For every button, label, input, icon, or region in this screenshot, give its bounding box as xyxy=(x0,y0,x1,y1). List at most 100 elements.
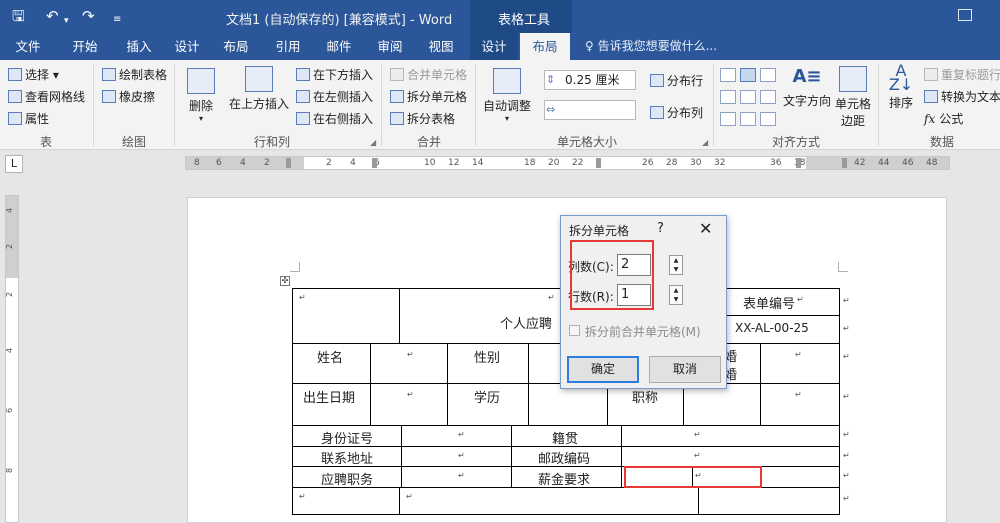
customize-toolbar-icon[interactable]: ≡ xyxy=(113,11,121,29)
convert-to-text-button[interactable]: 转换为文本 xyxy=(924,88,1000,105)
tab-references[interactable]: 引用 xyxy=(262,33,314,60)
column-marker[interactable] xyxy=(372,158,377,168)
tab-table-layout[interactable]: 布局 xyxy=(520,33,570,60)
cancel-button[interactable]: 取消 xyxy=(649,356,721,383)
tab-review[interactable]: 审阅 xyxy=(364,33,416,60)
align-bottom-right-icon[interactable] xyxy=(760,112,776,126)
insert-above-icon xyxy=(245,66,273,92)
help-icon[interactable]: ? xyxy=(657,221,664,236)
tab-selector[interactable]: L xyxy=(5,155,23,173)
table-cell[interactable]: 职称 xyxy=(607,383,684,426)
split-cells-button[interactable]: 拆分单元格 xyxy=(390,88,467,105)
undo-icon[interactable]: ↶ xyxy=(46,7,59,25)
text-direction-button[interactable]: A≡ 文字方向 xyxy=(782,64,832,109)
table-cell[interactable]: ↵ xyxy=(621,446,840,467)
table-cell[interactable]: 籍贯 xyxy=(511,425,622,447)
tab-home[interactable]: 开始 xyxy=(56,33,114,60)
table-cell[interactable]: ↵ xyxy=(292,487,400,515)
table-cell[interactable]: ↵ xyxy=(370,343,448,384)
column-marker[interactable] xyxy=(286,158,291,168)
vertical-ruler[interactable]: 4 2 2 4 6 8 xyxy=(5,195,19,523)
table-cell[interactable]: 联系地址 xyxy=(292,446,402,467)
align-middle-right-icon[interactable] xyxy=(760,90,776,104)
tab-layout[interactable]: 布局 xyxy=(210,33,262,60)
align-top-right-icon[interactable] xyxy=(760,68,776,82)
tell-me-search[interactable]: ♀ 告诉我您想要做什么... xyxy=(585,33,717,60)
table-cell[interactable]: 姓名 xyxy=(292,343,371,384)
table-cell[interactable]: ↵ xyxy=(401,446,512,467)
align-top-center-icon[interactable] xyxy=(740,68,756,82)
insert-right-button[interactable]: 在右侧插入 xyxy=(296,110,373,127)
tab-mailings[interactable]: 邮件 xyxy=(314,33,364,60)
restore-window-icon[interactable] xyxy=(958,9,972,21)
table-move-handle[interactable]: ✣ xyxy=(280,276,290,286)
table-cell[interactable] xyxy=(698,487,840,515)
align-top-left-icon[interactable] xyxy=(720,68,736,82)
table-cell[interactable]: ↵ xyxy=(401,425,512,447)
align-middle-center-icon[interactable] xyxy=(740,90,756,104)
table-cell[interactable]: 身份证号 xyxy=(292,425,402,447)
table-cell[interactable]: ↵ xyxy=(760,343,840,384)
column-marker[interactable] xyxy=(796,158,801,168)
close-icon[interactable]: ✕ xyxy=(699,219,712,238)
table-cell[interactable]: ↵ xyxy=(370,383,448,426)
merge-before-split-checkbox[interactable] xyxy=(569,325,580,336)
column-marker[interactable] xyxy=(596,158,601,168)
insert-above-button[interactable]: 在上方插入 xyxy=(228,66,290,112)
tab-insert[interactable]: 插入 xyxy=(114,33,164,60)
tab-view[interactable]: 视图 xyxy=(416,33,466,60)
distribute-cols-button[interactable]: 分布列 xyxy=(650,104,703,121)
draw-table-button[interactable]: 绘制表格 xyxy=(102,66,167,83)
sort-button[interactable]: A Z↓ 排序 xyxy=(884,63,918,111)
undo-dropdown-icon[interactable]: ▾ xyxy=(64,12,69,30)
delete-button[interactable]: 删除 ▾ xyxy=(184,68,218,123)
eraser-button[interactable]: 橡皮擦 xyxy=(102,88,155,105)
table-cell[interactable]: 学历 xyxy=(447,383,529,426)
distribute-rows-button[interactable]: 分布行 xyxy=(650,72,703,89)
align-middle-left-icon[interactable] xyxy=(720,90,736,104)
dialog-launcher-icon[interactable]: ◢ xyxy=(370,138,376,147)
select-button[interactable]: 选择 ▾ xyxy=(8,66,59,83)
column-marker[interactable] xyxy=(842,158,847,168)
table-cell[interactable]: 出生日期 xyxy=(292,383,371,426)
rows-spinner[interactable]: ▲ ▼ xyxy=(669,285,683,305)
dialog-launcher-icon[interactable]: ◢ xyxy=(702,138,708,147)
insert-left-button[interactable]: 在左侧插入 xyxy=(296,88,373,105)
columns-spinner[interactable]: ▲ ▼ xyxy=(669,255,683,275)
table-cell[interactable] xyxy=(528,383,608,426)
autofit-button[interactable]: 自动调整 ▾ xyxy=(481,68,533,123)
insert-below-button[interactable]: 在下方插入 xyxy=(296,66,373,83)
table-cell[interactable]: 性别 xyxy=(447,343,529,384)
split-table-button[interactable]: 拆分表格 xyxy=(390,110,455,127)
align-bottom-center-icon[interactable] xyxy=(740,112,756,126)
properties-button[interactable]: 属性 xyxy=(8,110,49,127)
horizontal-ruler[interactable]: 864224610121418202226283032363842444648 xyxy=(185,156,950,170)
table-cell[interactable]: 应聘职务 xyxy=(292,466,402,488)
repeat-header-button[interactable]: 重复标题行 xyxy=(924,66,1000,83)
tab-design[interactable]: 设计 xyxy=(164,33,210,60)
ribbon: 选择 ▾ 查看网格线 属性 表 绘制表格 橡皮擦 绘图 删除 ▾ 在上方插入 在下… xyxy=(0,60,1000,150)
cell-margins-button[interactable]: 单元格 边距 xyxy=(834,66,872,129)
ok-button[interactable]: 确定 xyxy=(567,356,639,383)
table-cell[interactable]: ↵ xyxy=(292,288,400,344)
merge-cells-button[interactable]: 合并单元格 xyxy=(390,66,467,83)
autofit-icon xyxy=(493,68,521,94)
tab-table-design[interactable]: 设计 xyxy=(470,33,518,60)
table-cell[interactable]: ↵ xyxy=(399,487,699,515)
column-width-input[interactable] xyxy=(544,100,636,120)
view-gridlines-button[interactable]: 查看网格线 xyxy=(8,88,85,105)
formula-button[interactable]: fx 公式 xyxy=(924,110,963,127)
table-cell[interactable]: ↵ xyxy=(621,425,840,447)
properties-icon xyxy=(8,112,22,125)
table-cell[interactable]: 邮政编码 xyxy=(511,446,622,467)
save-icon[interactable]: 🖫 xyxy=(12,7,25,25)
tab-file[interactable]: 文件 xyxy=(0,33,56,60)
table-cell[interactable]: ↵ xyxy=(760,383,840,426)
table-cell[interactable]: ↵ xyxy=(401,466,512,488)
align-bottom-left-icon[interactable] xyxy=(720,112,736,126)
table-cell[interactable]: 薪金要求 xyxy=(511,466,622,488)
row-height-input[interactable]: 0.25 厘米 xyxy=(544,70,636,90)
table-cell[interactable] xyxy=(683,383,761,426)
redo-icon[interactable]: ↷ xyxy=(82,7,95,25)
paragraph-mark: ↵ xyxy=(407,350,414,359)
